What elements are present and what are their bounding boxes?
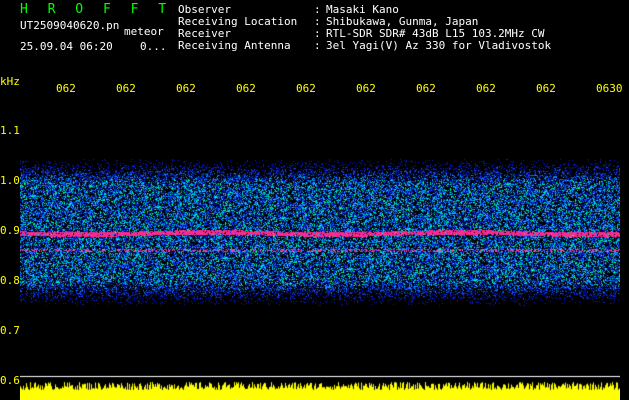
freq-tick: 0.8: [0, 274, 20, 287]
freq-tick: 1.1: [0, 124, 20, 137]
freq-tick: 0.7: [0, 324, 20, 337]
freq-tick: 0.6: [0, 374, 20, 387]
time-tick: 062: [116, 82, 136, 95]
time-tick: 062: [536, 82, 556, 95]
freq-tick: 0.9: [0, 224, 20, 237]
time-tick: 062: [476, 82, 496, 95]
time-tick: 062: [296, 82, 316, 95]
app-title: H R O F F T: [20, 2, 173, 17]
spectrogram: [20, 100, 620, 400]
filename-label: UT2509040620.pn: [20, 19, 120, 32]
time-tick: 062: [356, 82, 376, 95]
info-label: Receiving Antenna: [178, 39, 291, 52]
counter-label: 0...: [140, 40, 167, 53]
type-label: meteor: [124, 25, 164, 38]
freq-tick: 1.0: [0, 174, 20, 187]
time-tick: 062: [176, 82, 196, 95]
time-tick: 062: [56, 82, 76, 95]
info-value: 3el Yagi(V) Az 330 for Vladivostok: [326, 39, 552, 52]
time-tick: 062: [236, 82, 256, 95]
time-tick: 0630: [596, 82, 623, 95]
time-axis: 062 062 062 062 062 062 062 062 062 0630: [0, 80, 629, 95]
time-tick: 062: [416, 82, 436, 95]
spectrogram-canvas: [20, 100, 620, 400]
datetime-label: 25.09.04 06:20: [20, 40, 113, 53]
